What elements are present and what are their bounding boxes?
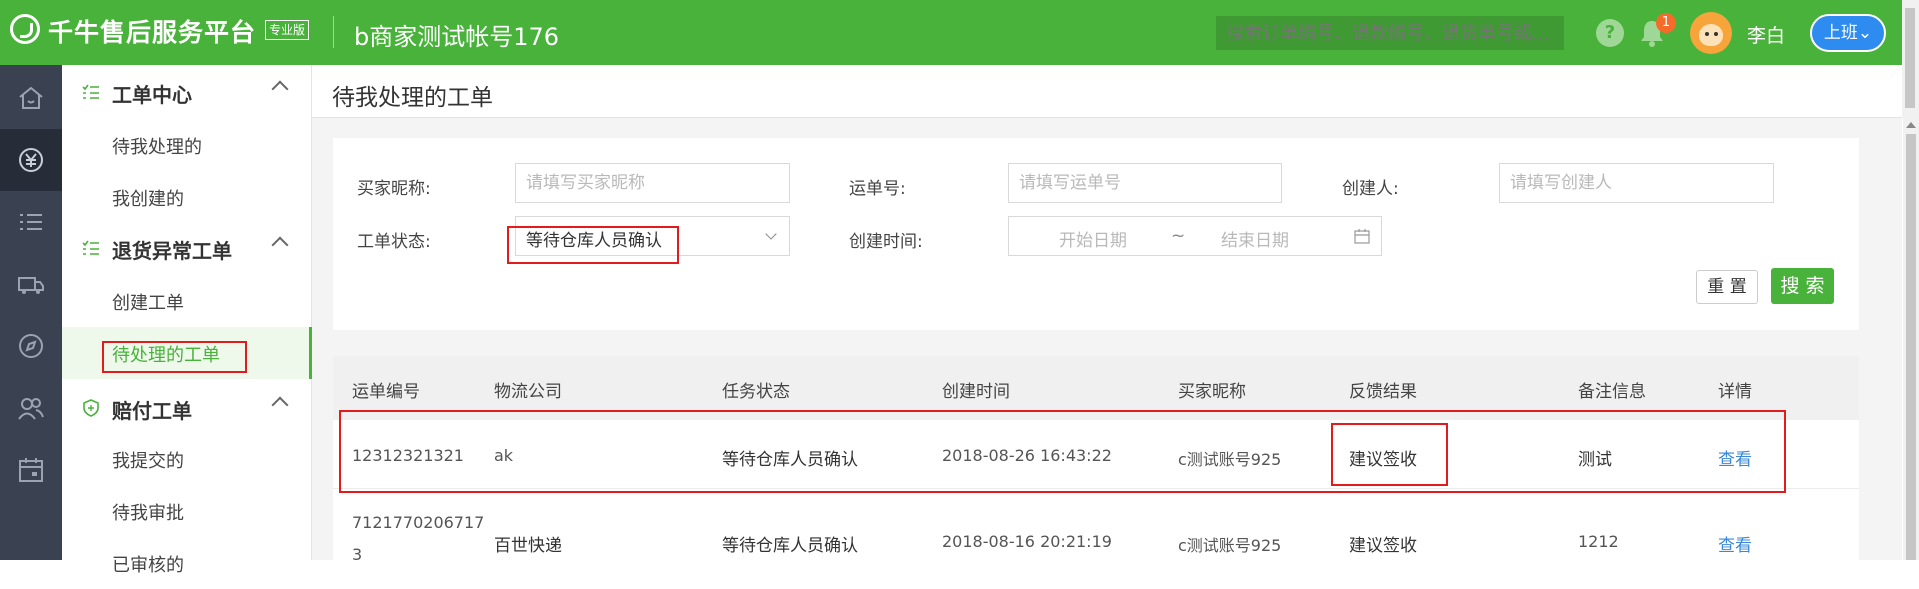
status-label: 工单状态: [357,232,431,252]
cell-remark: 1212 [1578,532,1619,551]
cell-feedback: 建议签收 [1349,536,1417,556]
buyer-nickname-input[interactable] [515,163,790,203]
highlight-box [102,341,247,373]
group-label: 工单中心 [112,83,192,107]
shift-label: 上班 [1823,23,1858,43]
sidebar-item-label: 创建工单 [112,293,184,314]
shield-icon [83,399,99,417]
date-range-separator: ~ [1171,226,1186,246]
end-date-placeholder: 结束日期 [1221,231,1289,251]
logo-icon [10,14,40,44]
sidebar-item-label: 待我审批 [112,503,184,524]
highlight-box [339,410,1786,493]
reset-button[interactable]: 重 置 [1696,270,1758,304]
rail-logistics[interactable] [0,253,62,315]
sidebar-item-created-by-me[interactable]: 我创建的 [62,171,312,223]
list-check-icon [82,240,99,255]
rail-calendar[interactable] [0,439,62,501]
col-waybill: 运单编号 [352,382,420,402]
chevron-up-icon [271,236,289,254]
col-detail: 详情 [1718,382,1752,402]
truck-icon [18,277,44,294]
group-label: 赔付工单 [112,399,192,423]
sidebar-item-label: 待我处理的 [112,137,202,158]
cell-task-status: 等待仓库人员确认 [722,536,858,556]
creator-label: 创建人: [1342,179,1399,199]
view-link[interactable]: 查看 [1718,531,1752,556]
waybill-input[interactable] [1008,163,1282,203]
highlight-box [1331,423,1448,486]
yen-icon [19,148,43,172]
group-compensation[interactable]: 赔付工单 [62,383,312,433]
cell-create-time: 2018-08-16 20:21:19 [942,532,1112,551]
col-buyer: 买家昵称 [1178,382,1246,402]
chevron-down-icon: ⌄ [1857,23,1873,43]
sidebar-item-submitted[interactable]: 我提交的 [62,433,312,485]
users-icon [18,398,44,420]
edition-badge: 专业版 [265,20,310,40]
highlight-box [507,226,679,264]
list-check-icon [82,84,99,99]
notification-badge: 1 [1656,13,1676,33]
chevron-up-icon [271,396,289,414]
rail-list[interactable] [0,191,62,253]
buyer-label: 买家昵称: [357,179,431,199]
rail-home[interactable] [0,67,62,129]
sidebar-item-reviewed[interactable]: 已审核的 [62,537,312,589]
col-create-time: 创建时间 [942,382,1010,402]
cell-waybill: 7121770206717 [352,513,485,532]
chevron-down-icon [765,228,777,240]
sidebar-item-pending-me[interactable]: 待我处理的 [62,119,312,171]
group-work-order-center[interactable]: 工单中心 [62,67,312,117]
calendar-icon [19,458,43,482]
sidebar-item-pending-approval[interactable]: 待我审批 [62,485,312,537]
cell-waybill-wrap: 3 [352,545,363,564]
group-return-exception[interactable]: 退货异常工单 [62,223,312,273]
scrollbar-thumb[interactable] [1906,134,1916,560]
col-logistics: 物流公司 [494,382,562,402]
sidebar: 工单中心 待我处理的 我创建的 退货异常工单 创建工单 待处理的工单 赔付工单 … [62,65,312,576]
group-label: 退货异常工单 [112,239,232,263]
home-icon [19,86,43,109]
col-task-status: 任务状态 [722,382,790,402]
global-search-input[interactable] [1216,16,1564,50]
rail-aftersale[interactable] [0,129,62,191]
user-name[interactable]: 李白 [1747,21,1785,48]
scrollbar-top [1902,0,1919,118]
sidebar-item-label: 我提交的 [112,451,184,472]
account-name: b商家测试帐号176 [354,23,560,51]
brand-title: 千牛售后服务平台 [48,18,257,47]
sidebar-item-label: 已审核的 [112,555,184,576]
waybill-label: 运单号: [849,179,906,199]
rail-users[interactable] [0,377,62,439]
shift-status-button[interactable]: 上班⌄ [1810,14,1886,52]
calendar-icon [1354,229,1370,244]
scroll-up-icon[interactable] [1906,122,1916,128]
page-title: 待我处理的工单 [332,85,493,111]
header-divider [333,16,334,48]
col-remark: 备注信息 [1578,382,1646,402]
compass-icon [19,334,43,358]
list-icon [20,214,42,230]
create-time-label: 创建时间: [849,232,923,252]
chevron-up-icon [271,80,289,98]
start-date-placeholder: 开始日期 [1059,231,1127,251]
sidebar-item-label: 我创建的 [112,189,184,210]
date-range-picker[interactable]: 开始日期 ~ 结束日期 [1008,216,1382,256]
help-icon[interactable]: ? [1596,19,1624,47]
creator-input[interactable] [1499,163,1774,203]
sidebar-item-create-order[interactable]: 创建工单 [62,275,312,327]
search-button[interactable]: 搜 索 [1771,268,1834,304]
rail-discover[interactable] [0,315,62,377]
cell-logistics: 百世快递 [494,536,562,556]
cell-buyer: c测试账号925 [1178,536,1282,555]
avatar[interactable] [1690,12,1732,54]
col-feedback: 反馈结果 [1349,382,1417,402]
